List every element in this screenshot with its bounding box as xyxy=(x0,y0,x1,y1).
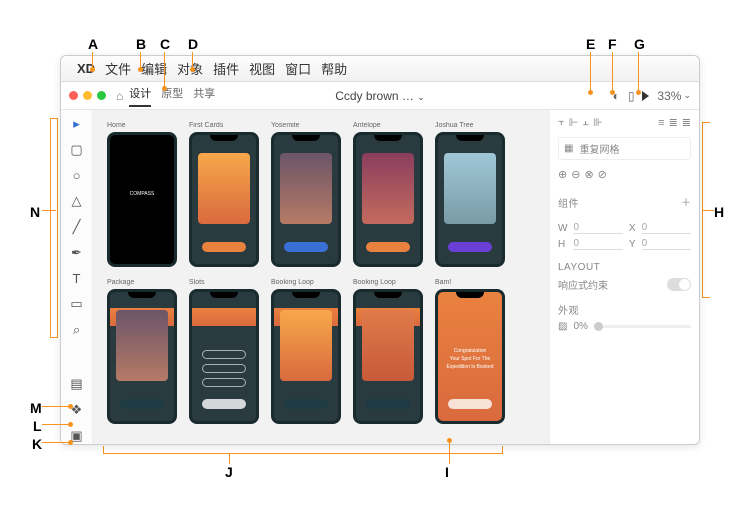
zoom-tool[interactable]: ⌕ xyxy=(73,322,80,338)
artboard[interactable]: Yosemite xyxy=(271,122,341,267)
width-input[interactable]: 0 xyxy=(573,222,622,234)
responsive-toggle[interactable] xyxy=(667,278,691,291)
boolean-ops[interactable]: ⊕ ⊖ ⊗ ⊘ xyxy=(558,168,691,181)
artboard-name[interactable]: Bam! xyxy=(435,279,505,286)
artboard-name[interactable]: Home xyxy=(107,122,177,129)
phone-frame[interactable] xyxy=(189,132,259,267)
phone-frame[interactable] xyxy=(107,289,177,424)
artboard[interactable]: Bam! Congratulation Your Spot For The Exp… xyxy=(435,279,505,424)
artboard[interactable]: Booking Loop xyxy=(353,279,423,424)
opacity-value[interactable]: 0% xyxy=(573,321,587,332)
pen-tool[interactable]: ✒ xyxy=(71,245,82,261)
callout-C: C xyxy=(160,36,170,52)
callout-D: D xyxy=(188,36,198,52)
canvas-pasteboard[interactable]: Home COMPASS First Cards Yosemite Antelope Jo… xyxy=(93,110,549,444)
callout-M: M xyxy=(30,400,42,416)
ellipse-tool[interactable]: ○ xyxy=(73,168,81,183)
artboard[interactable]: Slots xyxy=(189,279,259,424)
properties-panel: ⫟ ⊩ ⫠ ⊪ ≡ ≣ ≣ ▦ 重复网格 ⊕ ⊖ ⊗ ⊘ 组件 ＋ xyxy=(549,110,699,444)
polygon-tool[interactable]: △ xyxy=(72,193,82,209)
menu-file[interactable]: 文件 xyxy=(105,59,131,78)
artboard-name[interactable]: Slots xyxy=(189,279,259,286)
artboard-name[interactable]: Booking Loop xyxy=(271,279,341,286)
artboard[interactable]: First Cards xyxy=(189,122,259,267)
callout-J: J xyxy=(225,464,233,480)
phone-frame[interactable] xyxy=(353,289,423,424)
assets-panel-icon[interactable]: ▤ xyxy=(70,376,82,392)
macos-menubar: XD 文件 编辑 对象 插件 视图 窗口 帮助 xyxy=(61,56,699,82)
phone-frame[interactable]: COMPASS xyxy=(107,132,177,267)
phone-frame[interactable] xyxy=(271,132,341,267)
artboard[interactable]: Home COMPASS xyxy=(107,122,177,267)
tab-design[interactable]: 设计 xyxy=(129,85,151,107)
callout-B: B xyxy=(136,36,146,52)
callout-I: I xyxy=(445,464,449,480)
section-layout: LAYOUT xyxy=(558,262,691,273)
text-tool[interactable]: T xyxy=(73,271,81,286)
artboard[interactable]: Joshua Tree xyxy=(435,122,505,267)
phone-frame[interactable] xyxy=(189,289,259,424)
menu-help[interactable]: 帮助 xyxy=(321,59,347,78)
phone-frame[interactable] xyxy=(271,289,341,424)
select-tool[interactable]: ▸ xyxy=(73,116,80,132)
artboard-name[interactable]: Yosemite xyxy=(271,122,341,129)
window-controls[interactable] xyxy=(69,91,106,100)
menu-window[interactable]: 窗口 xyxy=(285,59,311,78)
height-input[interactable]: 0 xyxy=(573,238,622,250)
callout-N: N xyxy=(30,204,40,220)
transform-section: W0 X0 H0 Y0 xyxy=(558,222,691,250)
menu-view[interactable]: 视图 xyxy=(249,59,275,78)
artboard-tool[interactable]: ▭ xyxy=(70,296,82,312)
callout-A: A xyxy=(88,36,98,52)
artboard[interactable]: Antelope xyxy=(353,122,423,267)
app-window: XD 文件 编辑 对象 插件 视图 窗口 帮助 ⌂ 设计 原型 共享 Ccdy … xyxy=(60,55,700,445)
artboard[interactable]: Booking Loop xyxy=(271,279,341,424)
callout-F: F xyxy=(608,36,617,52)
repeat-grid-button[interactable]: 重复网格 xyxy=(579,141,619,156)
section-appearance: 外观 xyxy=(558,302,691,317)
opacity-slider[interactable] xyxy=(594,325,691,328)
tab-share[interactable]: 共享 xyxy=(193,85,215,107)
titlebar: ⌂ 设计 原型 共享 Ccdy brown … ⌄ ◐ ▯ 33%⌄ xyxy=(61,82,699,110)
rectangle-tool[interactable]: ▢ xyxy=(70,142,82,158)
add-component-icon[interactable]: ＋ xyxy=(681,194,691,209)
responsive-label: 响应式约束 xyxy=(558,277,608,292)
opacity-icon: ▨ xyxy=(558,321,567,332)
callout-K: K xyxy=(32,436,42,452)
artboard-name[interactable]: Booking Loop xyxy=(353,279,423,286)
callout-L: L xyxy=(33,418,42,434)
artboard-name[interactable]: First Cards xyxy=(189,122,259,129)
zoom-control[interactable]: 33%⌄ xyxy=(657,89,691,103)
align-controls[interactable]: ⫟ ⊩ ⫠ ⊪ ≡ ≣ ≣ xyxy=(558,116,691,129)
artboard-name[interactable]: Package xyxy=(107,279,177,286)
artboard-name[interactable]: Joshua Tree xyxy=(435,122,505,129)
device-icon[interactable]: ▯ xyxy=(628,89,635,103)
document-title[interactable]: Ccdy brown … ⌄ xyxy=(335,89,425,103)
preview-play-icon[interactable] xyxy=(642,91,649,101)
left-toolbar: ▸ ▢ ○ △ ╱ ✒ T ▭ ⌕ ▤ ❖ ▣ xyxy=(61,110,93,444)
phone-frame[interactable] xyxy=(435,132,505,267)
line-tool[interactable]: ╱ xyxy=(73,219,81,235)
artboard[interactable]: Package xyxy=(107,279,177,424)
y-input[interactable]: 0 xyxy=(642,238,691,250)
callout-H: H xyxy=(714,204,724,220)
menu-plugins[interactable]: 插件 xyxy=(213,59,239,78)
phone-frame[interactable]: Congratulation Your Spot For The Expedit… xyxy=(435,289,505,424)
home-icon[interactable]: ⌂ xyxy=(116,89,123,103)
callout-G: G xyxy=(634,36,645,52)
callout-E: E xyxy=(586,36,595,52)
phone-frame[interactable] xyxy=(353,132,423,267)
mode-tabs: 设计 原型 共享 xyxy=(129,85,215,107)
repeat-grid-icon[interactable]: ▦ xyxy=(564,143,573,154)
artboard-name[interactable]: Antelope xyxy=(353,122,423,129)
section-component: 组件 xyxy=(558,195,579,210)
x-input[interactable]: 0 xyxy=(642,222,691,234)
